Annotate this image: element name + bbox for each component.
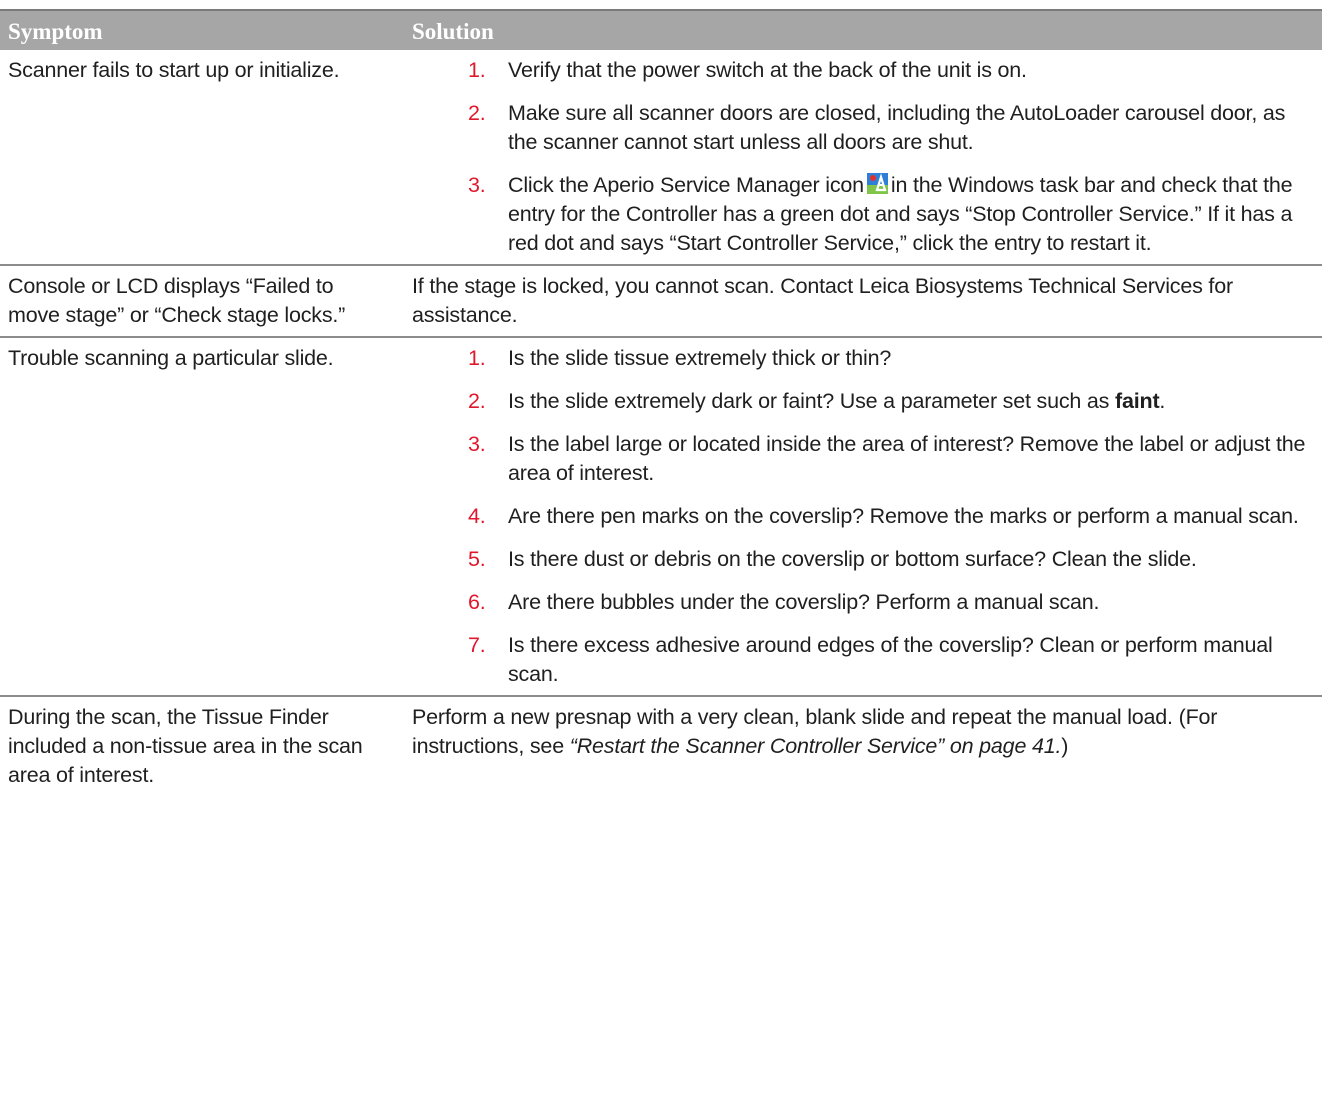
step-text: Is the slide extremely dark or faint? Us… <box>508 387 1316 416</box>
step-text-part: . <box>1159 389 1166 413</box>
table-row: Trouble scanning a particular slide. 1. … <box>0 337 1322 697</box>
solution-cell: If the stage is locked, you cannot scan.… <box>404 265 1322 338</box>
step-number: 4. <box>468 504 486 528</box>
list-item: 1. Verify that the power switch at the b… <box>468 56 1316 85</box>
solution-cell: 1. Verify that the power switch at the b… <box>404 50 1322 266</box>
solution-steps: 1. Verify that the power switch at the b… <box>412 56 1316 258</box>
cross-reference-link[interactable]: “Restart the Scanner Controller Service”… <box>570 734 1062 758</box>
header-solution: Solution <box>404 9 1322 50</box>
list-item: 2. Make sure all scanner doors are close… <box>468 99 1316 157</box>
solution-steps: 1. Is the slide tissue extremely thick o… <box>412 344 1316 689</box>
list-item: 3. Is the label large or located inside … <box>468 430 1316 488</box>
step-number: 3. <box>468 432 486 456</box>
list-item: 7. Is there excess adhesive around edges… <box>468 631 1316 689</box>
symptom-cell: Trouble scanning a particular slide. <box>0 337 404 697</box>
list-item: 6. Are there bubbles under the coverslip… <box>468 588 1316 617</box>
step-number: 2. <box>468 389 486 413</box>
solution-text-end: ) <box>1061 734 1069 758</box>
parameter-set-name: faint <box>1115 389 1160 413</box>
list-item: 1. Is the slide tissue extremely thick o… <box>468 344 1316 373</box>
list-item: 5. Is there dust or debris on the covers… <box>468 545 1316 574</box>
troubleshooting-table: Symptom Solution Scanner fails to start … <box>0 9 1322 796</box>
step-text: Is the slide tissue extremely thick or t… <box>508 346 892 370</box>
step-text: Make sure all scanner doors are closed, … <box>508 101 1286 154</box>
table-row: Console or LCD displays “Failed to move … <box>0 265 1322 338</box>
aperio-service-manager-icon <box>866 173 888 194</box>
step-text: Is there excess adhesive around edges of… <box>508 633 1273 686</box>
step-number: 5. <box>468 547 486 571</box>
symptom-cell: Scanner fails to start up or initialize. <box>0 50 404 266</box>
step-text: Are there pen marks on the coverslip? Re… <box>508 504 1299 528</box>
step-text: Click the Aperio Service Manager icon in… <box>508 171 1316 258</box>
step-text: Is the label large or located inside the… <box>508 432 1306 485</box>
step-text: Verify that the power switch at the back… <box>508 58 1027 82</box>
step-number: 1. <box>468 346 486 370</box>
symptom-cell: During the scan, the Tissue Finder inclu… <box>8 705 363 787</box>
step-text-part: Click the Aperio Service Manager icon <box>508 173 864 197</box>
solution-cell: Perform a new presnap with a very clean,… <box>404 696 1322 796</box>
table-header-row: Symptom Solution <box>0 9 1322 50</box>
step-number: 6. <box>468 590 486 614</box>
step-number: 2. <box>468 101 486 125</box>
header-symptom: Symptom <box>0 9 404 50</box>
step-number: 1. <box>468 58 486 82</box>
step-text: Are there bubbles under the coverslip? P… <box>508 590 1100 614</box>
table-row: Scanner fails to start up or initialize.… <box>0 50 1322 266</box>
step-text: Is there dust or debris on the coverslip… <box>508 547 1197 571</box>
table-row: During the scan, the Tissue Finder inclu… <box>0 696 1322 796</box>
list-item: 2. Is the slide extremely dark or faint?… <box>468 387 1316 416</box>
step-number: 3. <box>468 173 486 197</box>
symptom-cell: Console or LCD displays “Failed to move … <box>0 265 404 338</box>
page: Symptom Solution Scanner fails to start … <box>0 0 1322 1101</box>
solution-cell: 1. Is the slide tissue extremely thick o… <box>404 337 1322 697</box>
list-item: 3. Click the Aperio Service Manager icon… <box>468 171 1316 258</box>
list-item: 4. Are there pen marks on the coverslip?… <box>468 502 1316 531</box>
step-text-part: Is the slide extremely dark or faint? Us… <box>508 389 1110 413</box>
step-number: 7. <box>468 633 486 657</box>
